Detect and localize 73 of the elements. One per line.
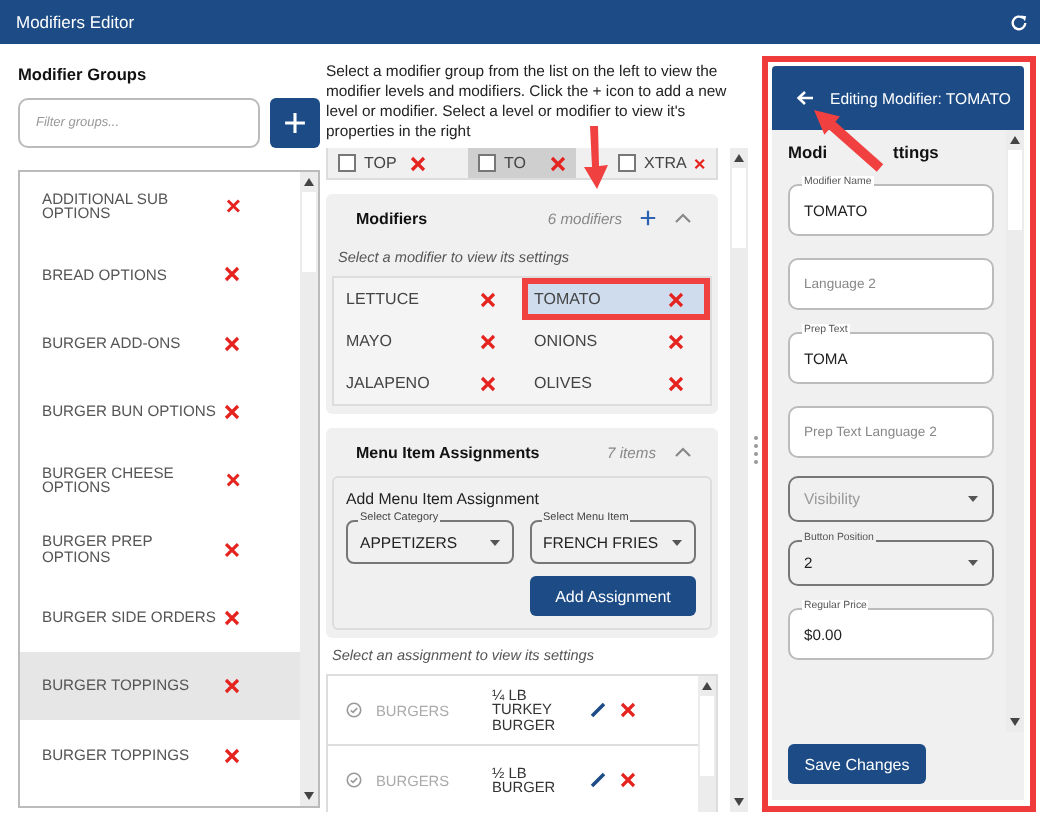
level-chip[interactable]: XTRA [608,148,716,178]
scroll-up-icon[interactable] [304,178,314,186]
dropdown-caret-icon [672,539,682,545]
modifier-item[interactable]: LETTUCE [334,278,522,320]
delete-icon[interactable] [224,404,240,421]
section-title: Menu Item Assignments [356,443,542,461]
plus-icon [284,112,307,134]
plus-icon[interactable] [640,210,656,226]
chevron-up-icon[interactable] [674,446,692,458]
dropdown-caret-icon [968,560,978,566]
modifier-item[interactable]: ONIONS [522,320,710,362]
save-changes-button[interactable]: Save Changes [788,744,926,784]
add-group-button[interactable] [270,98,320,148]
section-title: Modifiers [356,209,430,227]
delete-icon[interactable] [550,155,566,171]
panel-heading: Modifier Groups [18,64,149,84]
scrollbar[interactable] [730,148,748,812]
checkbox[interactable] [478,154,496,172]
level-label: TO [504,154,526,172]
delete-icon[interactable] [410,155,426,171]
delete-icon[interactable] [225,472,240,489]
level-label: TOP [364,154,397,172]
window-title: Modifiers Editor [16,12,135,32]
delete-icon[interactable] [694,155,706,171]
section-title: Modi [788,142,828,162]
delete-icon[interactable] [224,266,240,283]
back-arrow-icon[interactable] [796,90,814,106]
section-title: ttings [893,142,939,162]
scrollbar[interactable] [698,676,716,812]
delete-icon[interactable] [620,772,636,788]
annotation-arrow [582,126,610,190]
delete-icon[interactable] [224,678,240,695]
delete-icon[interactable] [480,375,496,391]
scroll-down-icon[interactable] [304,792,314,800]
delete-icon[interactable] [480,333,496,349]
scroll-thumb[interactable] [302,192,316,272]
refresh-icon[interactable] [1010,13,1028,31]
dropdown-caret-icon [968,496,978,502]
delete-icon[interactable] [224,541,240,558]
chevron-up-icon[interactable] [674,212,692,224]
delete-icon[interactable] [668,333,684,349]
modifier-item[interactable]: MAYO [334,320,522,362]
checkbox[interactable] [618,154,636,172]
delete-icon[interactable] [620,702,636,718]
resize-handle[interactable] [754,436,758,464]
pencil-icon[interactable] [590,702,606,718]
delete-icon[interactable] [224,335,240,352]
check-circle-icon [346,702,362,718]
pencil-icon[interactable] [590,772,606,788]
check-circle-icon [346,772,362,788]
modifier-item[interactable]: JALAPENO [334,362,522,404]
level-chip[interactable]: TO [468,148,576,178]
scroll-up-icon[interactable] [1010,136,1020,144]
delete-icon[interactable] [668,375,684,391]
dropdown-caret-icon [489,539,499,545]
add-assignment-button[interactable]: Add Assignment [530,576,696,616]
delete-icon[interactable] [480,291,496,307]
delete-icon[interactable] [668,291,684,307]
delete-icon[interactable] [224,747,240,764]
delete-icon[interactable] [225,198,240,215]
modifier-item[interactable]: TOMATO [528,284,704,314]
scroll-thumb[interactable] [700,696,714,776]
delete-icon[interactable] [224,609,240,626]
scroll-up-icon[interactable] [702,682,712,690]
scrollbar[interactable] [1006,130,1024,731]
scrollbar[interactable] [300,172,318,806]
scroll-down-icon[interactable] [1010,717,1020,725]
checkbox[interactable] [338,154,356,172]
scroll-up-icon[interactable] [734,154,744,162]
level-chip[interactable]: TOP [328,148,436,178]
level-label: XTRA [644,154,687,172]
scroll-down-icon[interactable] [734,798,744,806]
modifier-item[interactable]: OLIVES [522,362,710,404]
